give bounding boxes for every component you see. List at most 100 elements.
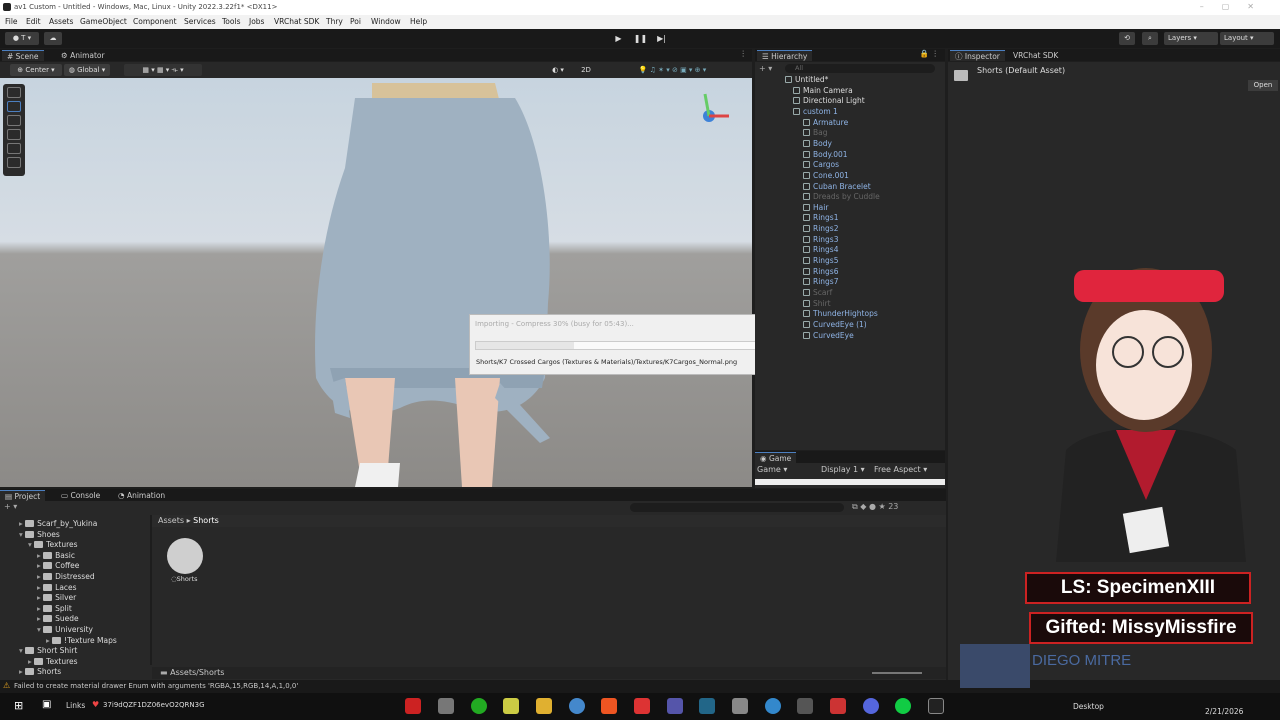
hand-tool-icon[interactable] [7, 87, 21, 98]
hierarchy-item[interactable]: Bag [803, 128, 828, 138]
menu-component[interactable]: Component [133, 17, 177, 26]
menu-window[interactable]: Window [371, 17, 401, 26]
draw-mode-icon[interactable]: ◐ ▾ [547, 64, 569, 76]
hierarchy-item[interactable]: CurvedEye (1) [803, 320, 867, 330]
layers-dropdown[interactable]: Layers ▾ [1164, 32, 1218, 45]
hierarchy-item[interactable]: Scarf [803, 288, 832, 298]
layout-dropdown[interactable]: Layout ▾ [1220, 32, 1274, 45]
open-button[interactable]: Open [1248, 80, 1278, 91]
hierarchy-item[interactable]: Rings4 [803, 245, 839, 255]
tree-item[interactable]: ▸ Textures [28, 657, 78, 667]
lock-icon[interactable]: 🔒 ⋮ [920, 49, 939, 58]
tab-project[interactable]: ▤ Project [0, 490, 46, 501]
tab-hierarchy[interactable]: ☰ Hierarchy [757, 50, 813, 61]
app-icon-2[interactable] [438, 698, 454, 714]
tree-item[interactable]: ▸ Suede [37, 614, 79, 624]
play-button[interactable]: ▶ [609, 32, 628, 45]
move-tool-icon[interactable] [7, 101, 21, 112]
rect-tool-icon[interactable] [7, 143, 21, 154]
asset-name[interactable]: ◌Shorts [171, 575, 198, 583]
status-message[interactable]: Failed to create material drawer Enum wi… [14, 682, 298, 690]
tree-item[interactable]: ▾ Short Shirt [19, 646, 77, 656]
tab-animation[interactable]: ◔ Animation [113, 490, 170, 501]
menu-jobs[interactable]: Jobs [249, 17, 264, 26]
scene-view-options[interactable]: 💡 ♫ ✶ ▾ ⊘ ▣ ▾ ⊕ ▾ [600, 64, 745, 76]
hierarchy-item[interactable]: Rings2 [803, 224, 839, 234]
hierarchy-search-input[interactable]: All [785, 64, 935, 73]
brave-icon[interactable] [601, 698, 617, 714]
pivot-dropdown[interactable]: ⊕ Center ▾ [10, 64, 62, 76]
unity-hub-icon[interactable] [667, 698, 683, 714]
hierarchy-item[interactable]: Body [803, 139, 832, 149]
tab-scene[interactable]: # Scene [2, 50, 44, 61]
project-search-input[interactable] [630, 503, 844, 512]
discord-icon[interactable] [863, 698, 879, 714]
tab-vrchat-sdk[interactable]: VRChat SDK [1008, 50, 1063, 61]
steam-icon[interactable] [699, 698, 715, 714]
link-code[interactable]: 37i9dQZF1DZ06evO2QRN3G [103, 701, 205, 709]
hierarchy-item[interactable]: Armature [803, 118, 848, 128]
display-dropdown[interactable]: Display 1 ▾ [821, 465, 865, 474]
tree-item[interactable]: ▾ Textures [28, 540, 78, 550]
hierarchy-item[interactable]: Rings5 [803, 256, 839, 266]
hierarchy-item[interactable]: Rings6 [803, 267, 839, 277]
cloud-icon[interactable]: ☁ [44, 32, 62, 45]
scale-tool-icon[interactable] [7, 129, 21, 140]
game-viewport[interactable] [755, 479, 945, 485]
hierarchy-item[interactable]: Rings3 [803, 235, 839, 245]
hierarchy-item[interactable]: Hair [803, 203, 828, 213]
hierarchy-item[interactable]: Main Camera [793, 86, 853, 96]
tree-item[interactable]: ▸ Coffee [37, 561, 79, 571]
aspect-dropdown[interactable]: Free Aspect ▾ [874, 465, 927, 474]
rotate-tool-icon[interactable] [7, 115, 21, 126]
snap-tools[interactable]: ▦ ▾ ▦ ▾ ⟛ ▾ [124, 64, 202, 76]
task-view-icon[interactable]: ▣ [42, 699, 51, 710]
hierarchy-item[interactable]: Cuban Bracelet [803, 182, 871, 192]
tree-item[interactable]: ▸ Shorts [19, 667, 61, 677]
hierarchy-item[interactable]: Shirt [803, 299, 831, 309]
menu-help[interactable]: Help [410, 17, 427, 26]
menu-gameobject[interactable]: GameObject [80, 17, 127, 26]
tree-item[interactable]: ▸ Silver [37, 593, 76, 603]
add-object-button[interactable]: + ▾ [759, 64, 772, 73]
tab-animator[interactable]: ⚙ Animator [56, 50, 110, 61]
tab-game[interactable]: ◉ Game [755, 452, 797, 463]
tree-item[interactable]: ▸ Split [37, 604, 72, 614]
tree-item[interactable]: ▸ Basic [37, 551, 75, 561]
window-controls[interactable]: –▢✕ [1200, 2, 1272, 11]
tree-item[interactable]: ▸ Distressed [37, 572, 95, 582]
pause-button[interactable]: ❚❚ [631, 32, 650, 45]
hierarchy-item[interactable]: Cargos [803, 160, 839, 170]
toggle-2d-button[interactable]: 2D [577, 64, 595, 76]
space-dropdown[interactable]: ◍ Global ▾ [64, 64, 110, 76]
zoom-slider[interactable] [872, 672, 922, 674]
hierarchy-item[interactable]: Rings7 [803, 277, 839, 287]
app-icon-1[interactable] [405, 698, 421, 714]
transform-tool-icon[interactable] [7, 157, 21, 168]
scene-gizmo[interactable] [693, 86, 739, 132]
breadcrumb-shorts[interactable]: Shorts [193, 516, 219, 525]
x-icon[interactable] [928, 698, 944, 714]
file-explorer-icon[interactable] [536, 698, 552, 714]
spotify-icon[interactable] [895, 698, 911, 714]
menu-poi[interactable]: Poi [350, 17, 361, 26]
menu-assets[interactable]: Assets [49, 17, 73, 26]
app-icon-3[interactable] [471, 698, 487, 714]
menu-thry[interactable]: Thry [326, 17, 343, 26]
app-icon-14[interactable] [830, 698, 846, 714]
asset-thumbnail[interactable] [167, 538, 203, 574]
menu-edit[interactable]: Edit [26, 17, 41, 26]
hierarchy-item[interactable]: Rings1 [803, 213, 839, 223]
app-icon-8[interactable] [634, 698, 650, 714]
tree-item[interactable]: ▾ University [37, 625, 93, 635]
hierarchy-item[interactable]: Directional Light [793, 96, 865, 106]
hierarchy-item[interactable]: Untitled* [785, 75, 828, 85]
links-toolbar[interactable]: Links [66, 701, 85, 710]
tree-item[interactable]: ▾ Shoes [19, 530, 60, 540]
transform-tools[interactable] [3, 84, 25, 176]
menu-file[interactable]: File [5, 17, 18, 26]
tree-item[interactable]: ▸ Scarf_by_Yukina [19, 519, 97, 529]
more-icon[interactable]: ⋮ [740, 49, 748, 58]
breadcrumb-assets[interactable]: Assets [158, 516, 184, 525]
app-icon-13[interactable] [797, 698, 813, 714]
